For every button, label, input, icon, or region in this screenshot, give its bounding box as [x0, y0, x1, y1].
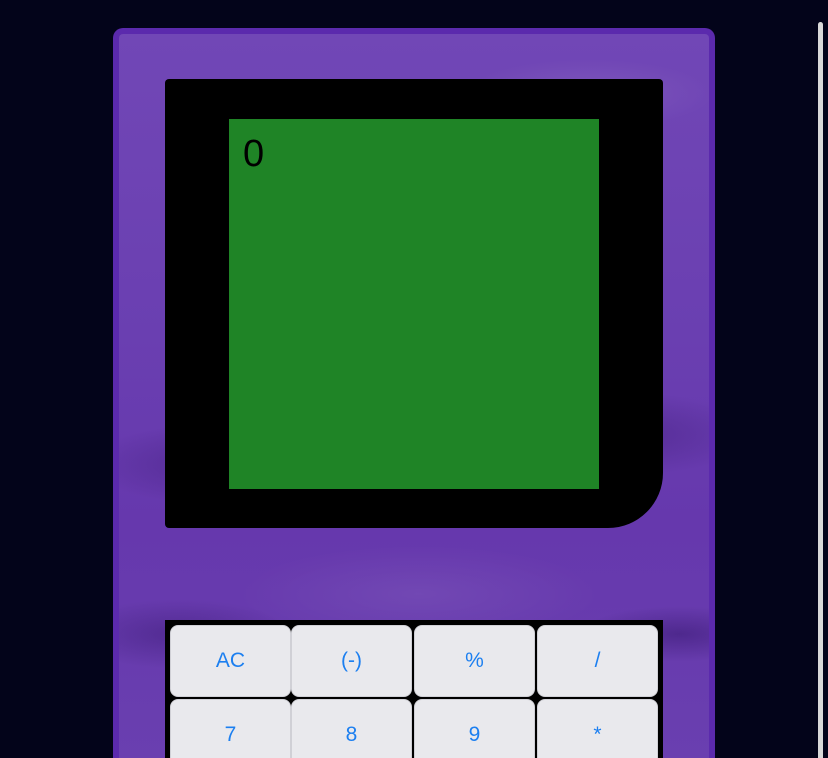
display-screen: 0	[229, 119, 599, 489]
display-value: 0	[243, 133, 265, 175]
negate-button[interactable]: (-)	[291, 625, 412, 697]
scrollbar[interactable]	[818, 22, 823, 758]
divide-button[interactable]: /	[537, 625, 658, 697]
percent-button[interactable]: %	[414, 625, 535, 697]
multiply-button[interactable]: *	[537, 699, 658, 758]
page: 0 AC (-) % / 7 8 9 *	[0, 0, 828, 758]
keypad: AC (-) % / 7 8 9 *	[165, 620, 663, 758]
all-clear-button[interactable]: AC	[170, 625, 291, 697]
digit-8-button[interactable]: 8	[291, 699, 412, 758]
digit-9-button[interactable]: 9	[414, 699, 535, 758]
digit-7-button[interactable]: 7	[170, 699, 291, 758]
